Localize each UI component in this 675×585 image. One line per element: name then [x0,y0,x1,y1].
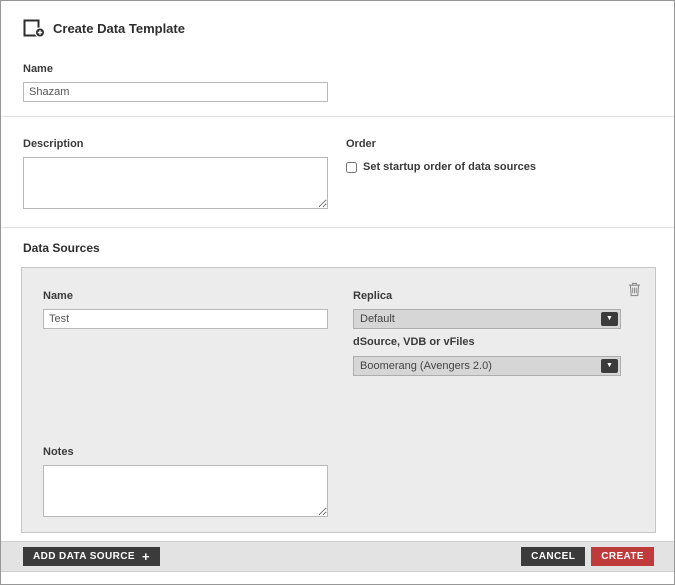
dialog-footer: ADD DATA SOURCE + CANCEL CREATE [1,541,674,572]
divider [1,227,674,228]
data-source-card: Name Replica Default ▼ dSource, VDB or v… [21,267,656,533]
data-sources-heading: Data Sources [23,241,100,255]
dialog-header: Create Data Template [23,19,185,38]
dsource-label: dSource, VDB or vFiles [353,336,621,348]
startup-order-checkbox[interactable] [346,162,357,173]
create-button[interactable]: CREATE [591,547,654,566]
create-data-template-dialog: Create Data Template Name Description Or… [0,0,675,585]
notes-field-group: Notes [43,446,328,522]
source-name-field-group: Name [43,290,328,329]
dialog-title: Create Data Template [53,21,185,36]
chevron-down-icon: ▼ [601,312,618,326]
name-field-group: Name [23,63,328,102]
dsource-field-group: dSource, VDB or vFiles Boomerang (Avenge… [353,336,621,376]
description-field-group: Description [23,138,328,214]
order-field-group: Order Set startup order of data sources [346,138,646,173]
divider [1,116,674,117]
name-input[interactable] [23,82,328,102]
replica-dropdown[interactable]: Default ▼ [353,309,621,329]
dsource-dropdown[interactable]: Boomerang (Avengers 2.0) ▼ [353,356,621,376]
description-label: Description [23,138,328,150]
create-template-icon [23,19,46,38]
notes-textarea[interactable] [43,465,328,517]
startup-order-checkbox-label: Set startup order of data sources [363,161,536,173]
source-name-input[interactable] [43,309,328,329]
source-name-label: Name [43,290,328,302]
plus-icon: + [142,550,150,563]
replica-label: Replica [353,290,621,302]
notes-label: Notes [43,446,328,458]
trash-icon [628,282,641,297]
add-data-source-label: ADD DATA SOURCE [33,551,135,562]
add-data-source-button[interactable]: ADD DATA SOURCE + [23,547,160,566]
dsource-dropdown-value: Boomerang (Avengers 2.0) [360,360,492,372]
order-label: Order [346,138,646,150]
description-textarea[interactable] [23,157,328,209]
delete-data-source-button[interactable] [626,281,642,297]
name-label: Name [23,63,328,75]
chevron-down-icon: ▼ [601,359,618,373]
replica-dropdown-value: Default [360,313,395,325]
cancel-button[interactable]: CANCEL [521,547,585,566]
replica-field-group: Replica Default ▼ [353,290,621,329]
